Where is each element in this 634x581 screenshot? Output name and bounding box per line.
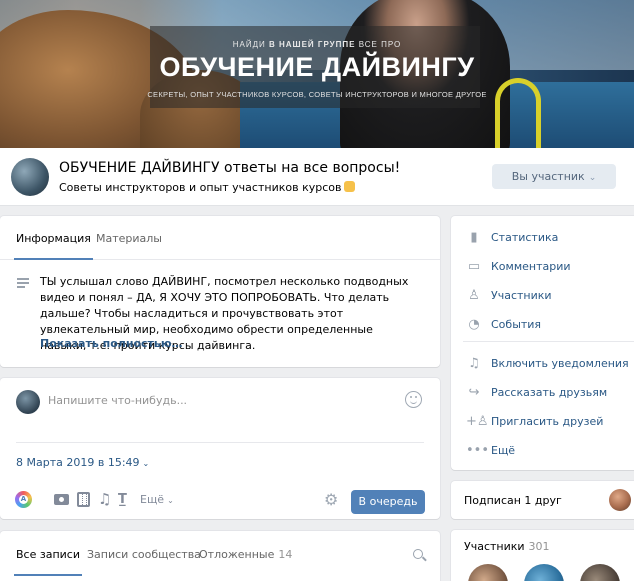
cover-tagline: СЕКРЕТЫ, ОПЫТ УЧАСТНИКОВ КУРСОВ, СОВЕТЫ …	[147, 90, 487, 99]
group-status: Советы инструкторов и опыт участников ку…	[59, 181, 356, 194]
emoji-smile-icon[interactable]	[405, 391, 422, 408]
post-composer: Напишите что-нибудь... 8 Марта 2019 в 15…	[0, 378, 440, 519]
text-format-icon[interactable]: T̲	[118, 491, 127, 509]
event-icon: ◔	[468, 317, 480, 332]
tab-postponed[interactable]: Отложенные 14	[199, 548, 292, 561]
members-title[interactable]: Участники 301	[464, 540, 550, 553]
sidebar-item-members[interactable]: ♙ Участники	[451, 284, 634, 308]
cover-headline: ОБУЧЕНИЕ ДАЙВИНГУ	[159, 52, 475, 82]
more-attachments-button[interactable]: Ещё ⌄	[140, 491, 174, 509]
sidebar-menu: ▮ Статистика ▭ Комментарии ♙ Участники ◔…	[451, 216, 634, 470]
invite-icon: +♙	[466, 414, 489, 429]
cover-kicker: НАЙДИ В НАШЕЙ ГРУППЕ ВСЕ ПРО	[232, 40, 402, 49]
group-cover-image: НАЙДИ В НАШЕЙ ГРУППЕ ВСЕ ПРО ОБУЧЕНИЕ ДА…	[0, 0, 634, 148]
tab-postponed-label: Отложенные	[199, 548, 275, 561]
sidebar-item-invite[interactable]: +♙ Пригласить друзей	[451, 410, 634, 434]
friends-following-card[interactable]: Подписан 1 друг	[451, 481, 634, 519]
video-icon[interactable]	[77, 492, 90, 507]
sidebar-item-more[interactable]: ••• Ещё	[451, 439, 634, 463]
description-lines-icon	[17, 278, 29, 288]
members-count: 301	[528, 540, 550, 553]
sidebar-item-label: Статистика	[491, 231, 559, 244]
info-tabs: Информация Материалы	[0, 216, 440, 260]
members-label: Участники	[464, 540, 525, 553]
membership-dropdown-button[interactable]: Вы участник ⌄	[492, 164, 616, 189]
background-color-icon[interactable]: A	[15, 491, 32, 508]
sidebar-item-comments[interactable]: ▭ Комментарии	[451, 255, 634, 279]
search-icon[interactable]	[413, 549, 423, 559]
tab-all-posts[interactable]: Все записи	[14, 548, 82, 576]
more-icon: •••	[466, 443, 490, 458]
wall-tabs-card: Все записи Записи сообщества Отложенные 1…	[0, 531, 440, 581]
sidebar-item-notifications[interactable]: ♫ Включить уведомления	[451, 352, 634, 376]
membership-button-label: Вы участник	[511, 170, 585, 183]
member-avatar[interactable]	[468, 564, 508, 581]
sidebar-divider	[463, 341, 634, 342]
user-icon: ♙	[468, 288, 480, 303]
share-icon: ↪	[468, 385, 480, 400]
sidebar-item-label: Рассказать друзьям	[491, 386, 608, 399]
info-card: Информация Материалы ТЫ услышал слово ДА…	[0, 216, 440, 367]
friends-following-label: Подписан 1 друг	[464, 494, 562, 507]
post-text-input[interactable]: Напишите что-нибудь...	[48, 394, 187, 407]
sidebar-item-label: Включить уведомления	[491, 357, 629, 370]
schedule-date-picker[interactable]: 8 Марта 2019 в 15:49 ⌄	[16, 456, 149, 469]
group-avatar[interactable]	[11, 158, 49, 196]
chevron-down-icon: ⌄	[167, 496, 174, 505]
music-icon[interactable]: ♫	[98, 490, 111, 508]
friend-avatar[interactable]	[609, 489, 631, 511]
user-avatar	[16, 390, 40, 414]
chevron-down-icon: ⌄	[588, 173, 597, 183]
tab-community-posts[interactable]: Записи сообщества	[87, 548, 201, 561]
chevron-down-icon: ⌄	[142, 459, 150, 468]
show-more-link[interactable]: Показать полностью…	[40, 337, 183, 350]
group-status-text: Советы инструкторов и опыт участников ку…	[59, 181, 342, 194]
member-avatar[interactable]	[580, 564, 620, 581]
sidebar-item-share[interactable]: ↪ Рассказать друзьям	[451, 381, 634, 405]
color-label: A	[19, 495, 28, 504]
bar-chart-icon: ▮	[470, 230, 478, 245]
comment-icon: ▭	[467, 259, 481, 274]
tab-materials[interactable]: Материалы	[96, 232, 162, 245]
tab-community-posts-label: Записи сообщества	[87, 548, 201, 561]
schedule-date-label: 8 Марта 2019 в 15:49	[16, 456, 140, 469]
composer-divider	[16, 442, 424, 443]
ok-hand-emoji-icon	[344, 181, 356, 192]
tab-information[interactable]: Информация	[14, 232, 93, 260]
sidebar-item-label: Комментарии	[491, 260, 571, 273]
group-header: ОБУЧЕНИЕ ДАЙВИНГУ ответы на все вопросы!…	[0, 148, 634, 206]
cover-diver-tube	[495, 78, 541, 148]
group-name: ОБУЧЕНИЕ ДАЙВИНГУ ответы на все вопросы!	[59, 160, 401, 176]
bell-icon: ♫	[468, 356, 480, 371]
members-card: Участники 301	[451, 530, 634, 581]
postponed-count: 14	[278, 548, 293, 561]
member-avatar[interactable]	[524, 564, 564, 581]
gear-icon[interactable]	[324, 490, 339, 509]
sidebar-item-statistics[interactable]: ▮ Статистика	[451, 226, 634, 250]
sidebar-item-label: События	[491, 318, 542, 331]
sidebar-item-label: Ещё	[491, 444, 516, 457]
more-attachments-label: Ещё	[140, 493, 165, 506]
photo-icon[interactable]	[54, 494, 69, 505]
queue-post-button[interactable]: В очередь	[351, 490, 425, 514]
tab-all-posts-label: Все записи	[16, 548, 80, 561]
sidebar-item-label: Пригласить друзей	[491, 415, 604, 428]
sidebar-item-events[interactable]: ◔ События	[451, 313, 634, 337]
sidebar-item-label: Участники	[491, 289, 552, 302]
